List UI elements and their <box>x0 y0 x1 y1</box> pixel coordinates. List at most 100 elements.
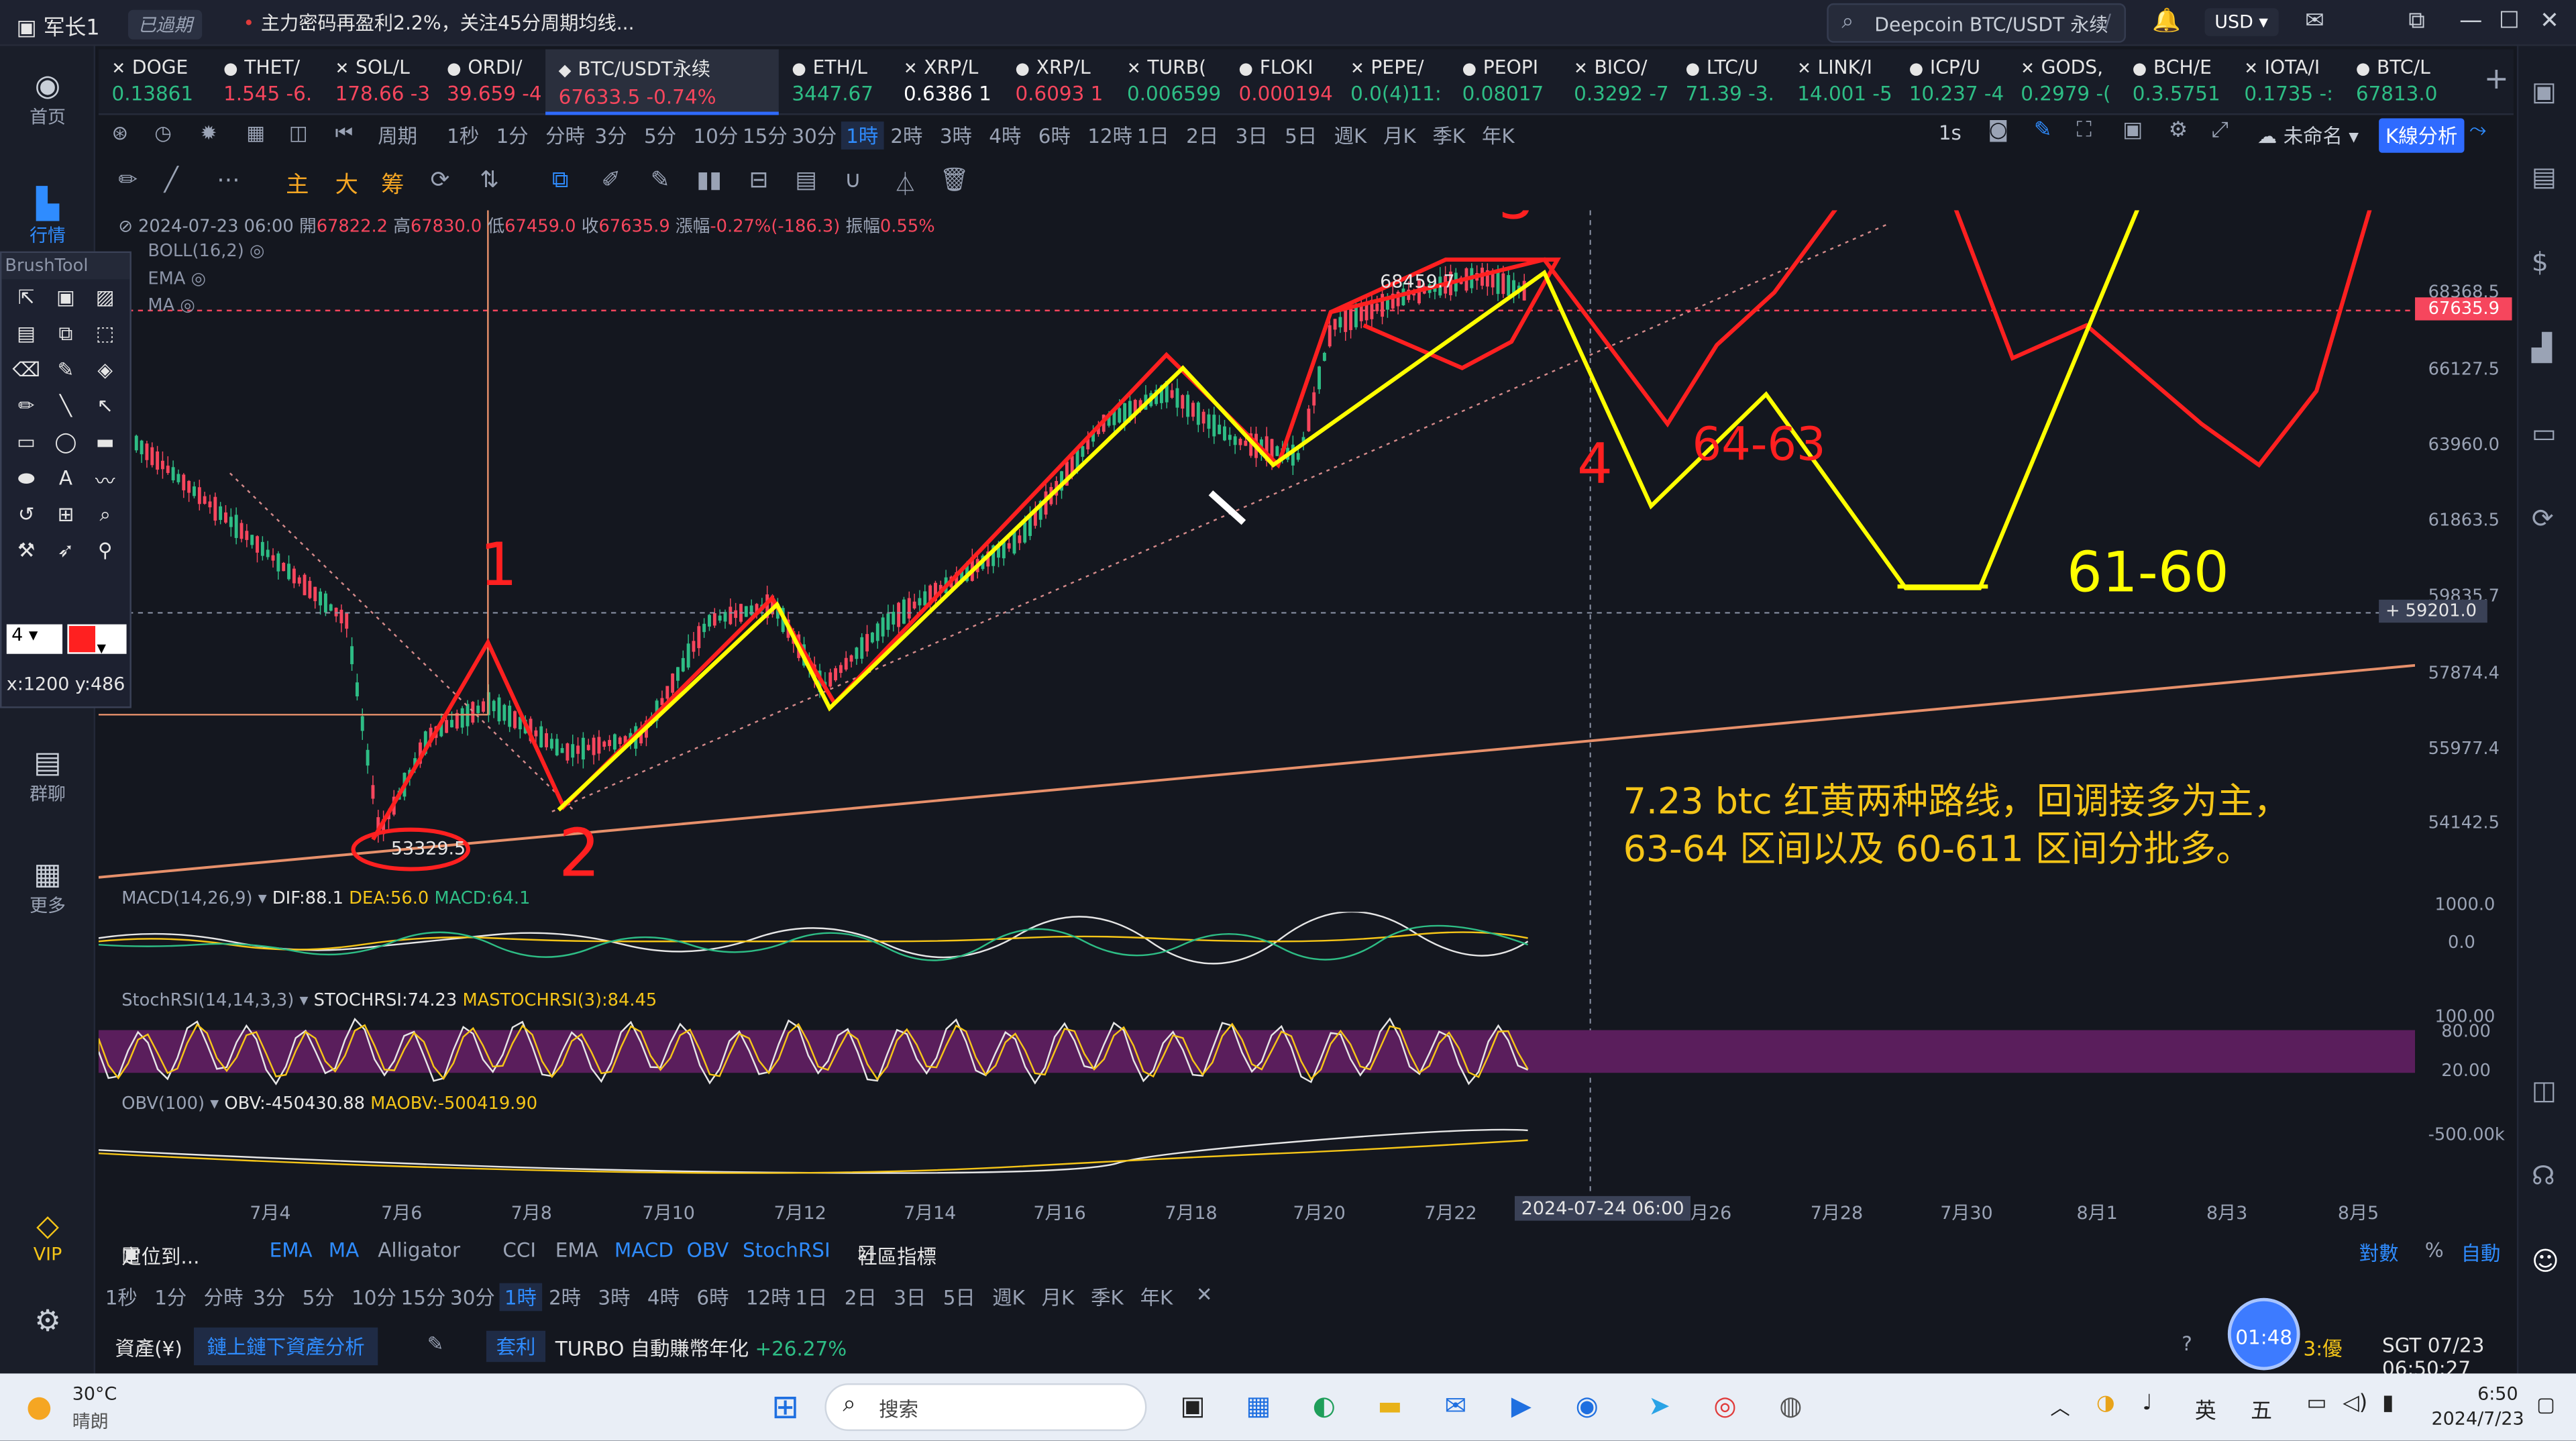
edge-icon[interactable]: ◐ <box>1305 1387 1344 1426</box>
period-2[interactable]: 1分 <box>496 121 529 150</box>
eye-icon[interactable]: ◎ <box>191 270 206 289</box>
mail-icon[interactable]: ✉ <box>1436 1387 1475 1426</box>
timer-bubble[interactable]: 01:48 <box>2227 1297 2300 1371</box>
period-15[interactable]: 1日 <box>1137 121 1169 150</box>
lock-icon[interactable]: ⊟ <box>749 168 769 194</box>
edit-icon[interactable]: ✎ <box>427 1332 444 1355</box>
ticker-1[interactable]: ● THET/1.545 -6. <box>210 49 322 115</box>
bottom-period-11[interactable]: 4時 <box>647 1283 680 1312</box>
period-7[interactable]: 15分 <box>743 121 788 150</box>
refresh-icon[interactable]: ⟳ <box>431 168 450 194</box>
indicator-icon[interactable]: ⊛ <box>112 121 129 144</box>
pointer-icon[interactable]: ➶ <box>48 539 84 572</box>
brush-icon[interactable]: ✎ <box>651 168 670 194</box>
ticker-19[interactable]: ● BTC/L 67813.0 <box>2343 49 2455 115</box>
stochrsi-chart[interactable] <box>98 1015 1544 1087</box>
arrow-icon[interactable]: ↖ <box>87 394 123 427</box>
layout-icon[interactable]: ⧉ <box>2408 8 2424 34</box>
log-scale-toggle[interactable]: 對數 <box>2359 1239 2399 1267</box>
volume-icon[interactable]: ◁) <box>2343 1391 2367 1416</box>
bottom-period-15[interactable]: 2日 <box>845 1283 877 1312</box>
ticker-11[interactable]: ● PEOPI 0.08017 <box>1449 49 1561 115</box>
input-lang[interactable]: 英 <box>2195 1393 2216 1425</box>
taskbar-date[interactable]: 2024/7/23 <box>2432 1408 2524 1430</box>
period-12[interactable]: 4時 <box>989 121 1021 150</box>
windows-start-icon[interactable]: ⊞ <box>765 1387 805 1426</box>
stamp-icon[interactable]: ⚒ <box>8 539 44 572</box>
globe-icon[interactable]: ◍ <box>1771 1387 1811 1426</box>
bottom-period-9[interactable]: 2時 <box>549 1283 581 1312</box>
mail-icon[interactable]: ✉ <box>2305 8 2324 34</box>
eye-icon[interactable]: ◎ <box>250 242 264 261</box>
chrome-icon[interactable]: ◎ <box>1705 1387 1745 1426</box>
paste-icon[interactable]: ▤ <box>8 322 44 355</box>
bottom-period-2[interactable]: 分時 <box>204 1283 244 1312</box>
close-periods-icon[interactable]: ✕ <box>1196 1283 1213 1306</box>
copy-icon[interactable]: ⧉ <box>48 322 84 355</box>
ema-legend[interactable]: EMA ◎ <box>148 270 206 289</box>
ticker-13[interactable]: ● LTC/U 71.39 -3. <box>1672 49 1784 115</box>
ticker-9[interactable]: ● FLOKI 0.000194 <box>1226 49 1338 115</box>
indicator-stochrsi[interactable]: StochRSI <box>743 1239 830 1262</box>
search-box[interactable]: ⌕ Deepcoin BTC/USDT 永续 / <box>1827 3 2127 43</box>
interval-label[interactable]: 1s <box>1939 121 1962 144</box>
chips-toggle[interactable]: 筹 <box>381 168 404 201</box>
list-icon[interactable]: ▤ <box>2532 161 2557 193</box>
bottom-period-18[interactable]: 週K <box>992 1283 1025 1312</box>
bottom-period-5[interactable]: 10分 <box>352 1283 396 1312</box>
period-6[interactable]: 10分 <box>693 121 738 150</box>
pin-icon[interactable]: ⚲ <box>87 539 123 572</box>
monitor-icon[interactable]: ▭ <box>2532 417 2557 449</box>
trash-icon[interactable]: 🗑 <box>940 168 969 194</box>
crop-icon[interactable]: ⊞ <box>48 502 84 535</box>
ticker-8[interactable]: ✕ TURB(0.006599 <box>1114 49 1226 115</box>
task-view-icon[interactable]: ▣ <box>1173 1387 1213 1426</box>
camera-icon[interactable]: ◙ <box>1988 118 2008 143</box>
period-10[interactable]: 2時 <box>890 121 922 150</box>
open-icon[interactable]: ⇱ <box>8 286 44 319</box>
period-5[interactable]: 5分 <box>644 121 676 150</box>
ticker-10[interactable]: ✕ PEPE/0.0(4)11: <box>1337 49 1449 115</box>
headset-icon[interactable]: ☊ <box>2532 1160 2555 1191</box>
copy-icon[interactable]: ⧉ <box>552 168 568 194</box>
ticker-17[interactable]: ● BCH/E 0.3.5751 <box>2119 49 2231 115</box>
brush-color-select[interactable]: ▾ <box>67 624 127 659</box>
red-route-path-2[interactable] <box>1889 210 2398 468</box>
bell-icon[interactable]: 🔔 <box>2152 8 2181 34</box>
bottom-period-8[interactable]: 1時 <box>499 1283 542 1312</box>
indicator-ema-sub[interactable]: EMA <box>555 1239 598 1262</box>
period-22[interactable]: 年K <box>1482 121 1515 150</box>
period-19[interactable]: 週K <box>1334 121 1367 150</box>
bottom-period-16[interactable]: 3日 <box>894 1283 926 1312</box>
period-11[interactable]: 3時 <box>940 121 972 150</box>
indicator-ema[interactable]: EMA <box>270 1239 313 1262</box>
line-icon[interactable]: ╱ <box>164 168 178 194</box>
period-13[interactable]: 6時 <box>1038 121 1071 150</box>
ticker-14[interactable]: ✕ LINK/I 14.001 -5 <box>1784 49 1896 115</box>
network-icon[interactable]: ▭ <box>2306 1391 2326 1416</box>
microphone-icon[interactable]: ♩ <box>2142 1391 2152 1416</box>
expand-icon[interactable]: ⤢ <box>2211 118 2228 143</box>
line-icon[interactable]: ╲ <box>48 394 84 427</box>
brush-size-select[interactable]: 4 ▾ <box>6 624 63 654</box>
pen-icon[interactable]: ✎ <box>2034 118 2052 143</box>
nav-home[interactable]: ◉ 首页 <box>0 69 95 130</box>
plus-icon[interactable]: + <box>2385 601 2406 621</box>
help-icon[interactable]: ? <box>2182 1332 2192 1355</box>
ticker-5[interactable]: ● ETH/L 3447.67 <box>779 49 891 115</box>
layout-toggle-icon[interactable]: ◫ <box>289 121 308 144</box>
bottom-period-6[interactable]: 15分 <box>401 1283 446 1312</box>
arb-badge[interactable]: 套利 <box>486 1330 546 1363</box>
save-icon[interactable]: ▣ <box>48 286 84 319</box>
bottom-period-17[interactable]: 5日 <box>943 1283 975 1312</box>
nav-vip[interactable]: ◇ VIP <box>0 1209 95 1265</box>
telegram-icon[interactable]: ➤ <box>1640 1387 1679 1426</box>
chat-bot-icon[interactable]: ☺ <box>2532 1245 2559 1277</box>
more-icon[interactable]: ⋯ <box>217 168 239 194</box>
big-toggle[interactable]: 大 <box>335 168 358 201</box>
indicator-macd[interactable]: MACD <box>614 1239 674 1262</box>
undo-icon[interactable]: ↺ <box>8 502 44 535</box>
obv-legend[interactable]: OBV(100) ▾ OBV:-450430.88 MAOBV:-500419.… <box>121 1094 537 1114</box>
minimize-icon[interactable]: — <box>2459 8 2482 34</box>
taskbar-search[interactable]: ⌕ 搜索 <box>824 1383 1147 1432</box>
